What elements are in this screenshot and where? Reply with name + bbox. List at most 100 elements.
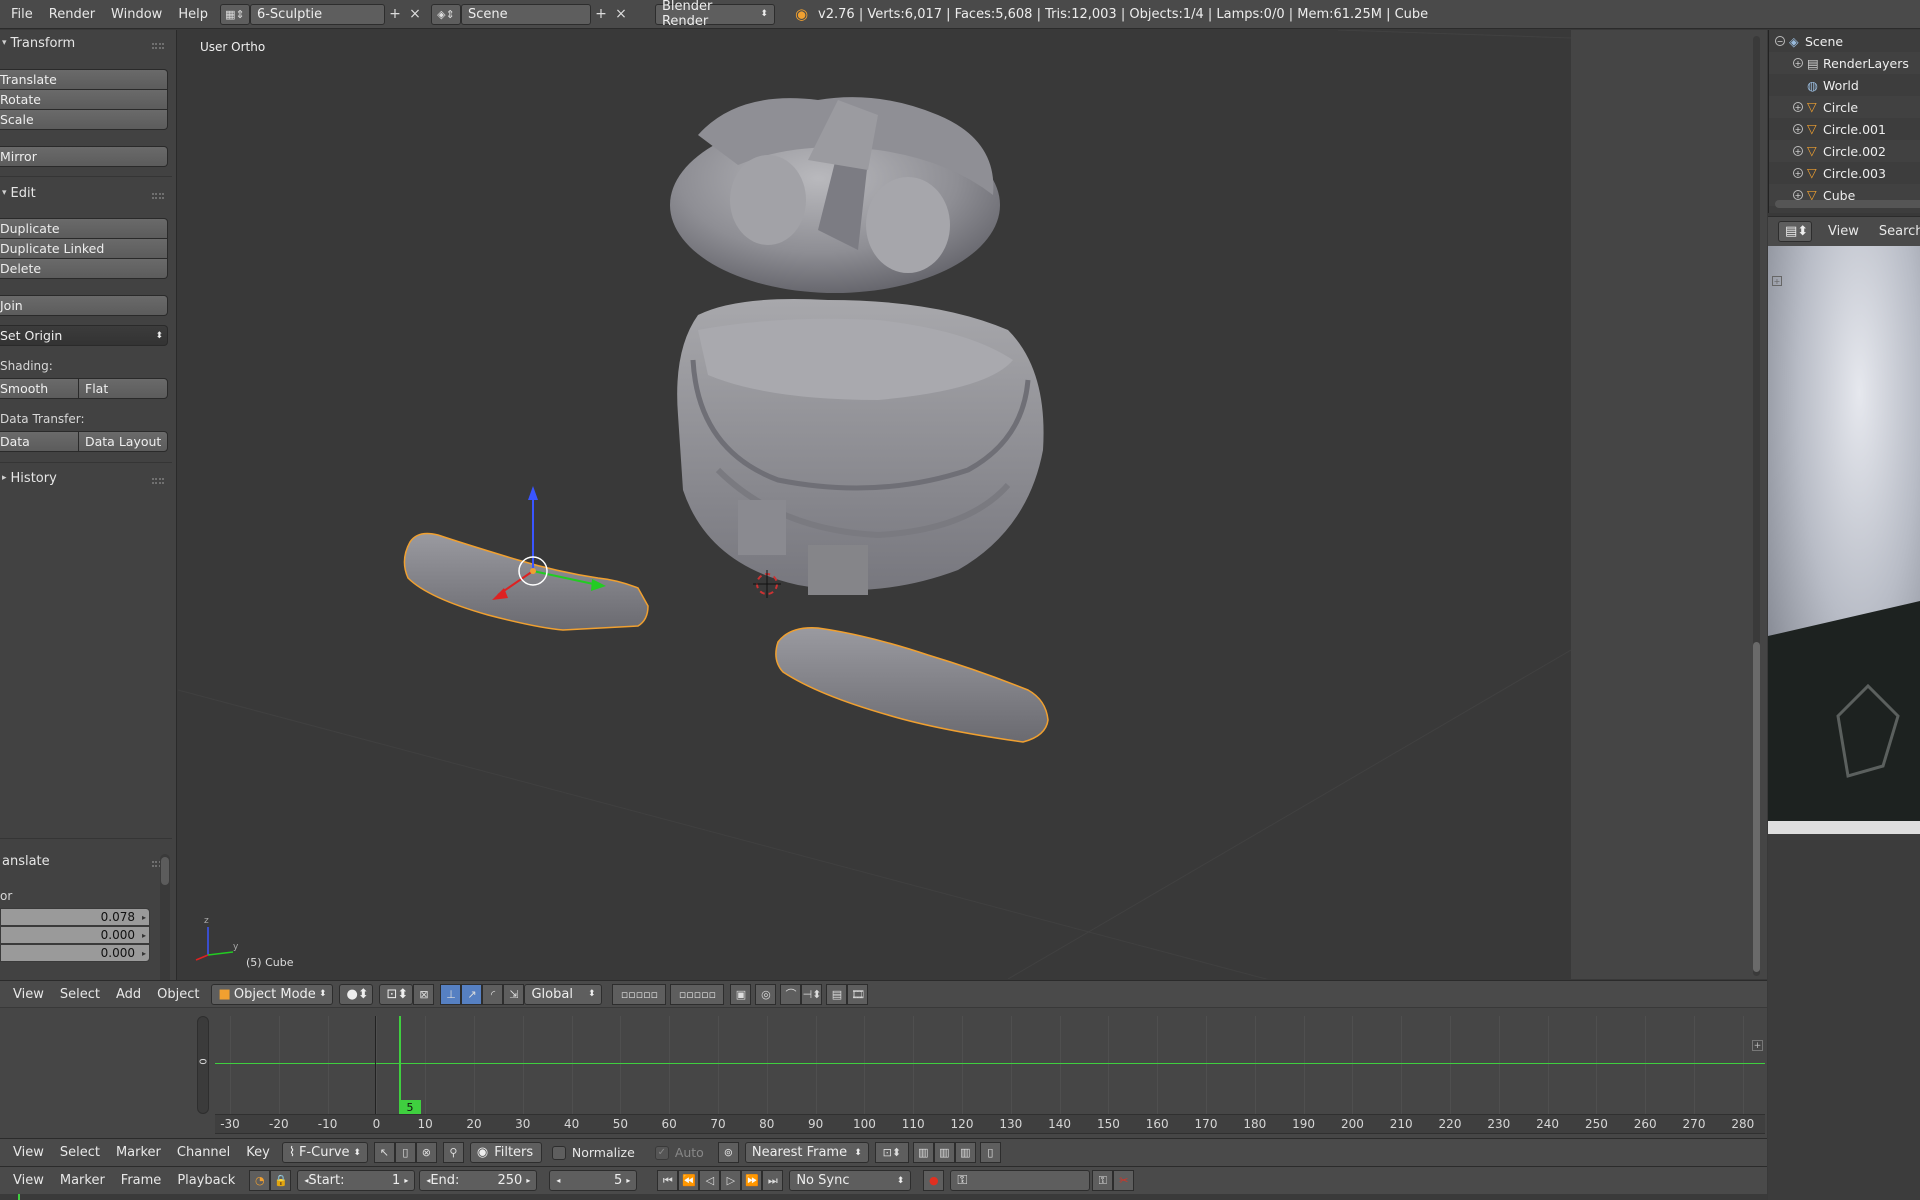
auto-snap-select[interactable]: Nearest Frame ⬍	[744, 1142, 869, 1163]
translate-button[interactable]: Translate	[0, 69, 168, 90]
outliner-item-world[interactable]: ◍ World	[1769, 74, 1920, 96]
flat-button[interactable]: Flat	[78, 378, 168, 399]
translate-manipulator-icon[interactable]: ↗	[461, 983, 483, 1005]
search-icon[interactable]: ⚲	[442, 1142, 464, 1163]
menu-window[interactable]: Window	[103, 7, 170, 22]
insert-keyframe-icon[interactable]: ⚿	[1092, 1170, 1114, 1191]
menu-help[interactable]: Help	[170, 7, 216, 22]
filters-button[interactable]: ◉ Filters	[469, 1142, 542, 1163]
menu-search[interactable]: Search	[1871, 224, 1920, 239]
graph-vertical-scrollbar[interactable]	[197, 1016, 209, 1114]
snap-element-icon[interactable]: ⊣⬍	[801, 983, 823, 1005]
expand-icon[interactable]: +	[1793, 146, 1803, 156]
history-panel-header[interactable]: ▸ History	[0, 465, 57, 491]
3d-viewport[interactable]: User Ortho (5) Cube z y	[178, 30, 1571, 979]
scene-field[interactable]: Scene	[460, 3, 591, 25]
outliner-item-renderlayers[interactable]: + ▤ RenderLayers	[1769, 52, 1920, 74]
layers-row1-icon[interactable]: ▫▫▫▫▫	[612, 983, 667, 1005]
panel-grip-icon[interactable]	[152, 478, 164, 484]
manipulator-center-icon[interactable]: ⊠	[413, 983, 435, 1005]
jump-end-icon[interactable]: ⏭	[762, 1170, 784, 1191]
viewport-shading-select[interactable]: ●⬍	[339, 983, 374, 1005]
jump-start-icon[interactable]: ⏮	[657, 1170, 679, 1191]
menu-marker[interactable]: Marker	[108, 1145, 169, 1160]
expand-icon[interactable]: +	[1793, 58, 1803, 68]
scale-button[interactable]: Scale	[0, 109, 168, 130]
jump-keyframe-back-icon[interactable]: ⏪	[678, 1170, 700, 1191]
add-scene-icon[interactable]: +	[591, 4, 611, 25]
outliner-item-circle[interactable]: + ▽ Circle	[1769, 96, 1920, 118]
play-icon[interactable]: ▷	[720, 1170, 742, 1191]
start-frame-field[interactable]: ◂ Start: 1 ▸	[297, 1170, 416, 1191]
opengl-render-icon[interactable]: ▤	[826, 983, 848, 1005]
graph-pivot-icon[interactable]: ⊡⬍	[874, 1142, 909, 1163]
data-layout-button[interactable]: Data Layout	[78, 431, 168, 452]
menu-marker[interactable]: Marker	[52, 1173, 113, 1188]
smooth-button[interactable]: Smooth	[0, 378, 79, 399]
vector-x-field[interactable]: 0.078 ▸	[0, 908, 150, 926]
current-frame-field[interactable]: ◂ 5 ▸	[549, 1170, 638, 1191]
normalize-checkbox[interactable]	[551, 1145, 566, 1160]
fcurve-line[interactable]	[215, 1063, 1765, 1064]
add-screen-icon[interactable]: +	[385, 4, 405, 25]
menu-object[interactable]: Object	[149, 987, 207, 1002]
menu-channel[interactable]: Channel	[169, 1145, 238, 1160]
outliner[interactable]: − ◈ Scene + ▤ RenderLayers ◍ World + ▽ C…	[1768, 30, 1920, 213]
data-button[interactable]: Data	[0, 431, 79, 452]
operator-panel-header[interactable]: anslate	[0, 848, 50, 874]
add-region-icon[interactable]: +	[1772, 276, 1782, 286]
outliner-item-circle-002[interactable]: + ▽ Circle.002	[1769, 140, 1920, 162]
scene-icon[interactable]: ◈⇕	[430, 3, 461, 25]
auto-snap-icon[interactable]: ⊚	[717, 1142, 739, 1163]
set-origin-dropdown[interactable]: Set Origin ⬍	[0, 325, 168, 346]
copy-keys-icon[interactable]: ▥	[912, 1142, 934, 1163]
shelf-scroll-thumb[interactable]	[161, 857, 169, 885]
panel-grip-icon[interactable]	[152, 43, 164, 49]
menu-key[interactable]: Key	[238, 1145, 278, 1160]
sculpt-left-arm-mesh[interactable]	[403, 532, 649, 631]
menu-view[interactable]: View	[5, 987, 52, 1002]
current-frame-badge[interactable]: 5	[399, 1100, 421, 1115]
end-frame-field[interactable]: ◂ End: 250 ▸	[419, 1170, 538, 1191]
render-engine-select[interactable]: Blender Render ⬍	[654, 0, 775, 29]
collapse-icon[interactable]: −	[1775, 36, 1785, 46]
manipulator-toggle-icon[interactable]: ⊥	[440, 983, 462, 1005]
rotate-button[interactable]: Rotate	[0, 89, 168, 110]
expand-icon[interactable]: +	[1793, 190, 1803, 200]
menu-view[interactable]: View	[1820, 224, 1867, 239]
layers-row2-icon[interactable]: ▫▫▫▫▫	[670, 983, 725, 1005]
image-editor-view[interactable]: +	[1768, 246, 1920, 834]
graph-mode-select[interactable]: ⌇ F-Curve ⬍	[281, 1142, 368, 1163]
scale-manipulator-icon[interactable]: ⇲	[503, 983, 525, 1005]
snap-toggle-icon[interactable]: ⌒	[780, 983, 802, 1005]
remove-scene-icon[interactable]: ×	[611, 4, 631, 25]
duplicate-button[interactable]: Duplicate	[0, 218, 168, 239]
frame-ruler[interactable]: -30 -20 -10 0 10 20 30 40 50 60 70 80 90 100 110 120 130…	[215, 1114, 1765, 1134]
lock-layers-icon[interactable]: ▣	[730, 983, 752, 1005]
outliner-item-circle-001[interactable]: + ▽ Circle.001	[1769, 118, 1920, 140]
sculpt-head-mesh[interactable]	[670, 97, 1000, 293]
auto-checkbox[interactable]: ✓	[654, 1145, 669, 1160]
viewport-scroll-thumb[interactable]	[1753, 642, 1760, 972]
play-reverse-icon[interactable]: ◁	[699, 1170, 721, 1191]
menu-playback[interactable]: Playback	[169, 1173, 243, 1188]
paste-keys-icon[interactable]: ▥	[933, 1142, 955, 1163]
sync-mode-select[interactable]: No Sync ⬍	[789, 1170, 912, 1191]
panel-grip-icon[interactable]	[152, 193, 164, 199]
rotate-manipulator-icon[interactable]: ◜	[482, 983, 504, 1005]
outliner-item-circle-003[interactable]: + ▽ Circle.003	[1769, 162, 1920, 184]
editor-type-select[interactable]: ▤⬍	[1778, 221, 1812, 242]
transform-orientation-select[interactable]: Global ⬍	[524, 983, 603, 1005]
expand-icon[interactable]: +	[1793, 102, 1803, 112]
menu-view[interactable]: View	[5, 1173, 52, 1188]
menu-frame[interactable]: Frame	[113, 1173, 170, 1188]
preview-range-icon[interactable]: ◔	[249, 1170, 271, 1191]
menu-file[interactable]: File	[3, 7, 41, 22]
menu-select[interactable]: Select	[52, 1145, 108, 1160]
delete-button[interactable]: Delete	[0, 258, 168, 279]
jump-keyframe-forward-icon[interactable]: ⏩	[741, 1170, 763, 1191]
expand-icon[interactable]: +	[1793, 168, 1803, 178]
remove-screen-icon[interactable]: ×	[405, 4, 425, 25]
menu-render[interactable]: Render	[41, 7, 103, 22]
expand-icon[interactable]: +	[1793, 124, 1803, 134]
